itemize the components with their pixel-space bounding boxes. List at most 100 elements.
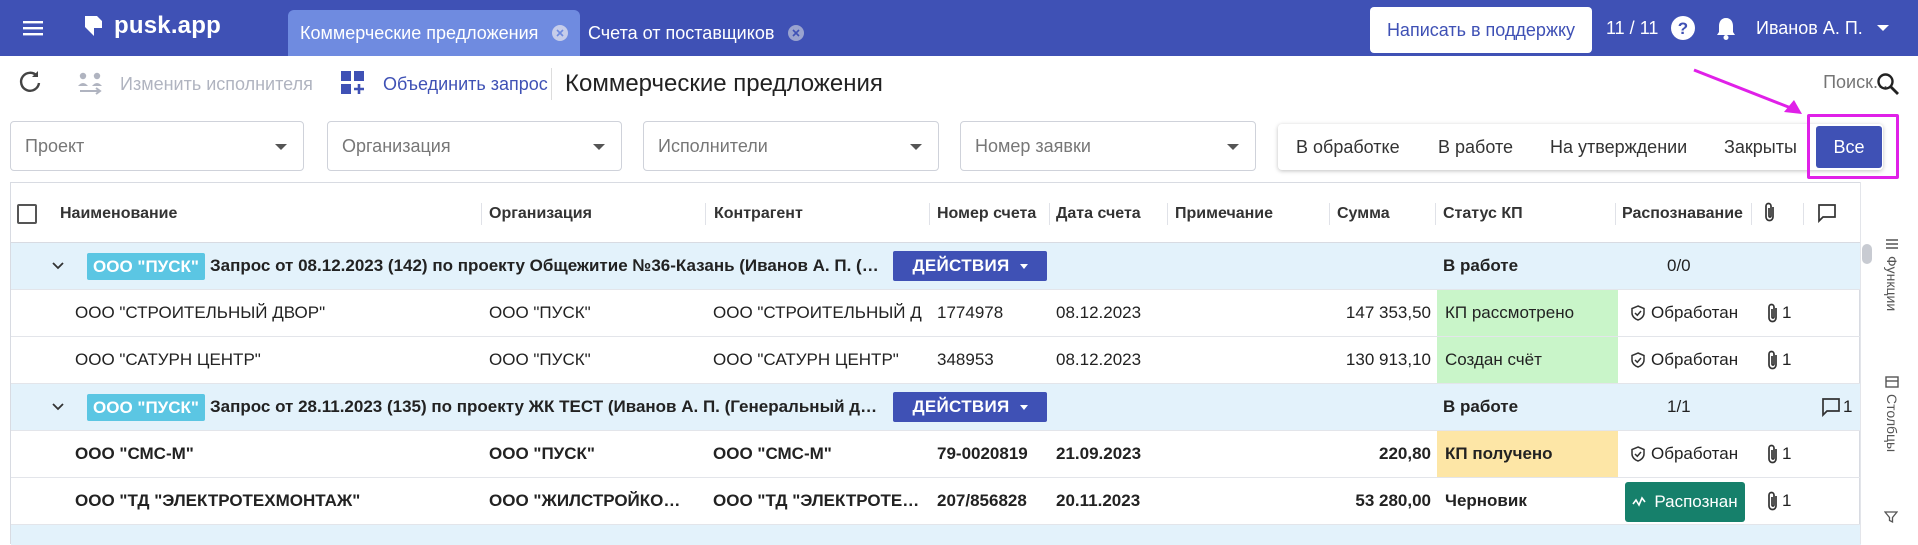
scrollbar[interactable] xyxy=(1862,244,1872,264)
status-filter-approval[interactable]: На утверждении xyxy=(1550,124,1687,170)
cell-invoice-date: 08.12.2023 xyxy=(1056,303,1142,322)
actions-button[interactable]: ДЕЙСТВИЯ xyxy=(893,251,1047,281)
chevron-down-icon[interactable] xyxy=(51,260,65,272)
bell-icon[interactable] xyxy=(1715,15,1737,41)
list-icon xyxy=(1886,239,1898,249)
group-title: Запрос от 28.11.2023 (135) по проекту ЖК… xyxy=(210,397,885,416)
attachment-column-icon[interactable] xyxy=(1763,201,1777,223)
column-invoice-date[interactable]: Дата счета xyxy=(1056,205,1141,223)
paperclip-icon xyxy=(1768,491,1777,511)
column-name[interactable]: Наименование xyxy=(60,205,177,223)
change-executor-button[interactable]: Изменить исполнителя xyxy=(120,74,313,95)
status-filter-processing[interactable]: В обработке xyxy=(1296,124,1400,170)
group-title: Запрос от 08.12.2023 (142) по проекту Об… xyxy=(210,256,885,275)
column-organization[interactable]: Организация xyxy=(489,205,592,223)
cell-recognition: Обработан xyxy=(1623,290,1738,336)
group-row[interactable]: ООО "ПУСК" Запрос от 28.11.2023 (135) по… xyxy=(11,384,1861,431)
tab-close-icon[interactable] xyxy=(788,25,805,41)
group-row[interactable]: ООО "ПУСК" Запрос от 08.12.2023 (142) по… xyxy=(11,243,1861,290)
filter-icon[interactable] xyxy=(1884,510,1898,524)
attachment-link[interactable]: 1 xyxy=(1766,478,1791,524)
table-row[interactable]: ООО "ТД "ЭЛЕКТРОТЕХМОНТАЖ" ООО "ЖИЛСТРОЙ… xyxy=(11,478,1861,525)
recognized-button[interactable]: Распознан xyxy=(1625,482,1745,522)
cell-organization: ООО "ЖИЛСТРОЙКОМПЛЕКС" xyxy=(489,491,689,510)
column-divider[interactable] xyxy=(1615,203,1616,225)
cell-sum: 130 913,10 xyxy=(1345,350,1431,369)
column-divider[interactable] xyxy=(929,203,930,225)
column-divider[interactable] xyxy=(1167,203,1168,225)
shield-check-icon xyxy=(1631,352,1645,368)
toolbar: Изменить исполнителя Объединить запрос К… xyxy=(0,56,1918,112)
shield-check-icon xyxy=(1631,446,1645,462)
help-icon[interactable]: ? xyxy=(1670,15,1696,41)
group-status: В работе xyxy=(1443,256,1519,275)
app-logo[interactable]: pusk.app xyxy=(82,12,221,40)
dropdown-caret-icon xyxy=(910,144,922,150)
attachment-link[interactable]: 1 xyxy=(1766,431,1791,477)
cell-organization: ООО "ПУСК" xyxy=(489,350,591,369)
attachment-link[interactable]: 1 xyxy=(1766,337,1791,383)
cell-contractor: ООО "СТРОИТЕЛЬНЫЙ ДВОР" xyxy=(713,303,923,322)
functions-panel-tab[interactable]: Функции xyxy=(1884,238,1900,311)
refresh-icon[interactable] xyxy=(18,70,42,94)
actions-button[interactable]: ДЕЙСТВИЯ xyxy=(893,392,1047,422)
column-kp-status[interactable]: Статус КП xyxy=(1443,205,1523,223)
side-panel xyxy=(1860,182,1918,544)
select-placeholder: Номер заявки xyxy=(975,136,1091,156)
search-icon[interactable] xyxy=(1876,72,1900,96)
status-filter-closed[interactable]: Закрыты xyxy=(1724,124,1797,170)
group-row[interactable] xyxy=(11,525,1861,545)
comment-column-icon[interactable] xyxy=(1817,203,1837,223)
user-menu[interactable]: Иванов А. П. xyxy=(1756,18,1863,39)
column-sum[interactable]: Сумма xyxy=(1337,205,1390,223)
dropdown-caret-icon xyxy=(275,144,287,150)
table-header: Наименование Организация Контрагент Номе… xyxy=(11,183,1861,243)
column-divider[interactable] xyxy=(481,203,482,225)
columns-panel-tab[interactable]: Столбцы xyxy=(1884,376,1900,452)
column-divider[interactable] xyxy=(1049,203,1050,225)
column-divider[interactable] xyxy=(1751,203,1752,225)
merge-request-button[interactable]: Объединить запрос xyxy=(383,74,548,95)
column-note[interactable]: Примечание xyxy=(1175,205,1273,223)
app-name: pusk.app xyxy=(114,12,221,39)
column-contractor[interactable]: Контрагент xyxy=(714,205,803,223)
cell-name: ООО "СМС-М" xyxy=(75,444,194,463)
organization-select[interactable]: Организация xyxy=(327,121,622,171)
offers-table: Наименование Организация Контрагент Номе… xyxy=(10,182,1861,545)
column-invoice-number[interactable]: Номер счета xyxy=(937,205,1036,223)
page-title: Коммерческие предложения xyxy=(565,70,883,97)
table-row[interactable]: ООО "СТРОИТЕЛЬНЫЙ ДВОР" ООО "ПУСК" ООО "… xyxy=(11,290,1861,337)
tab-commercial-offers[interactable]: Коммерческие предложения xyxy=(288,10,581,56)
column-divider[interactable] xyxy=(1803,203,1804,225)
cell-invoice-number: 79-0020819 xyxy=(937,444,1028,463)
chevron-down-icon[interactable] xyxy=(51,401,65,413)
menu-icon[interactable] xyxy=(22,17,44,39)
support-button[interactable]: Написать в поддержку xyxy=(1370,7,1592,53)
executors-select[interactable]: Исполнители xyxy=(643,121,939,171)
paperclip-icon xyxy=(1768,303,1777,323)
column-divider[interactable] xyxy=(705,203,706,225)
organization-badge: ООО "ПУСК" xyxy=(87,394,205,421)
column-recognition[interactable]: Распознавание xyxy=(1622,205,1743,223)
cell-invoice-date: 08.12.2023 xyxy=(1056,350,1142,369)
status-filter-in-work[interactable]: В работе xyxy=(1438,124,1513,170)
cell-sum: 220,80 xyxy=(1379,444,1431,463)
merge-request-icon[interactable] xyxy=(340,70,366,96)
attachment-link[interactable]: 1 xyxy=(1766,290,1791,336)
tab-supplier-invoices[interactable]: Счета от поставщиков xyxy=(576,10,816,56)
table-row[interactable]: ООО "СМС-М" ООО "ПУСК" ООО "СМС-М" 79-00… xyxy=(11,431,1861,478)
paperclip-icon xyxy=(1768,350,1777,370)
dropdown-caret-icon xyxy=(1019,404,1028,410)
dropdown-caret-icon xyxy=(593,144,605,150)
cell-kp-status: Создан счёт xyxy=(1437,337,1618,383)
request-number-select[interactable]: Номер заявки xyxy=(960,121,1256,171)
select-all-checkbox[interactable] xyxy=(17,204,37,224)
columns-icon xyxy=(1885,376,1899,388)
column-divider[interactable] xyxy=(1329,203,1330,225)
project-select[interactable]: Проект xyxy=(10,121,304,171)
column-divider[interactable] xyxy=(1435,203,1436,225)
comment-link[interactable]: 1 xyxy=(1821,384,1852,430)
tab-close-icon[interactable] xyxy=(552,25,569,41)
table-row[interactable]: ООО "САТУРН ЦЕНТР" ООО "ПУСК" ООО "САТУР… xyxy=(11,337,1861,384)
chevron-down-icon[interactable] xyxy=(1876,23,1890,33)
